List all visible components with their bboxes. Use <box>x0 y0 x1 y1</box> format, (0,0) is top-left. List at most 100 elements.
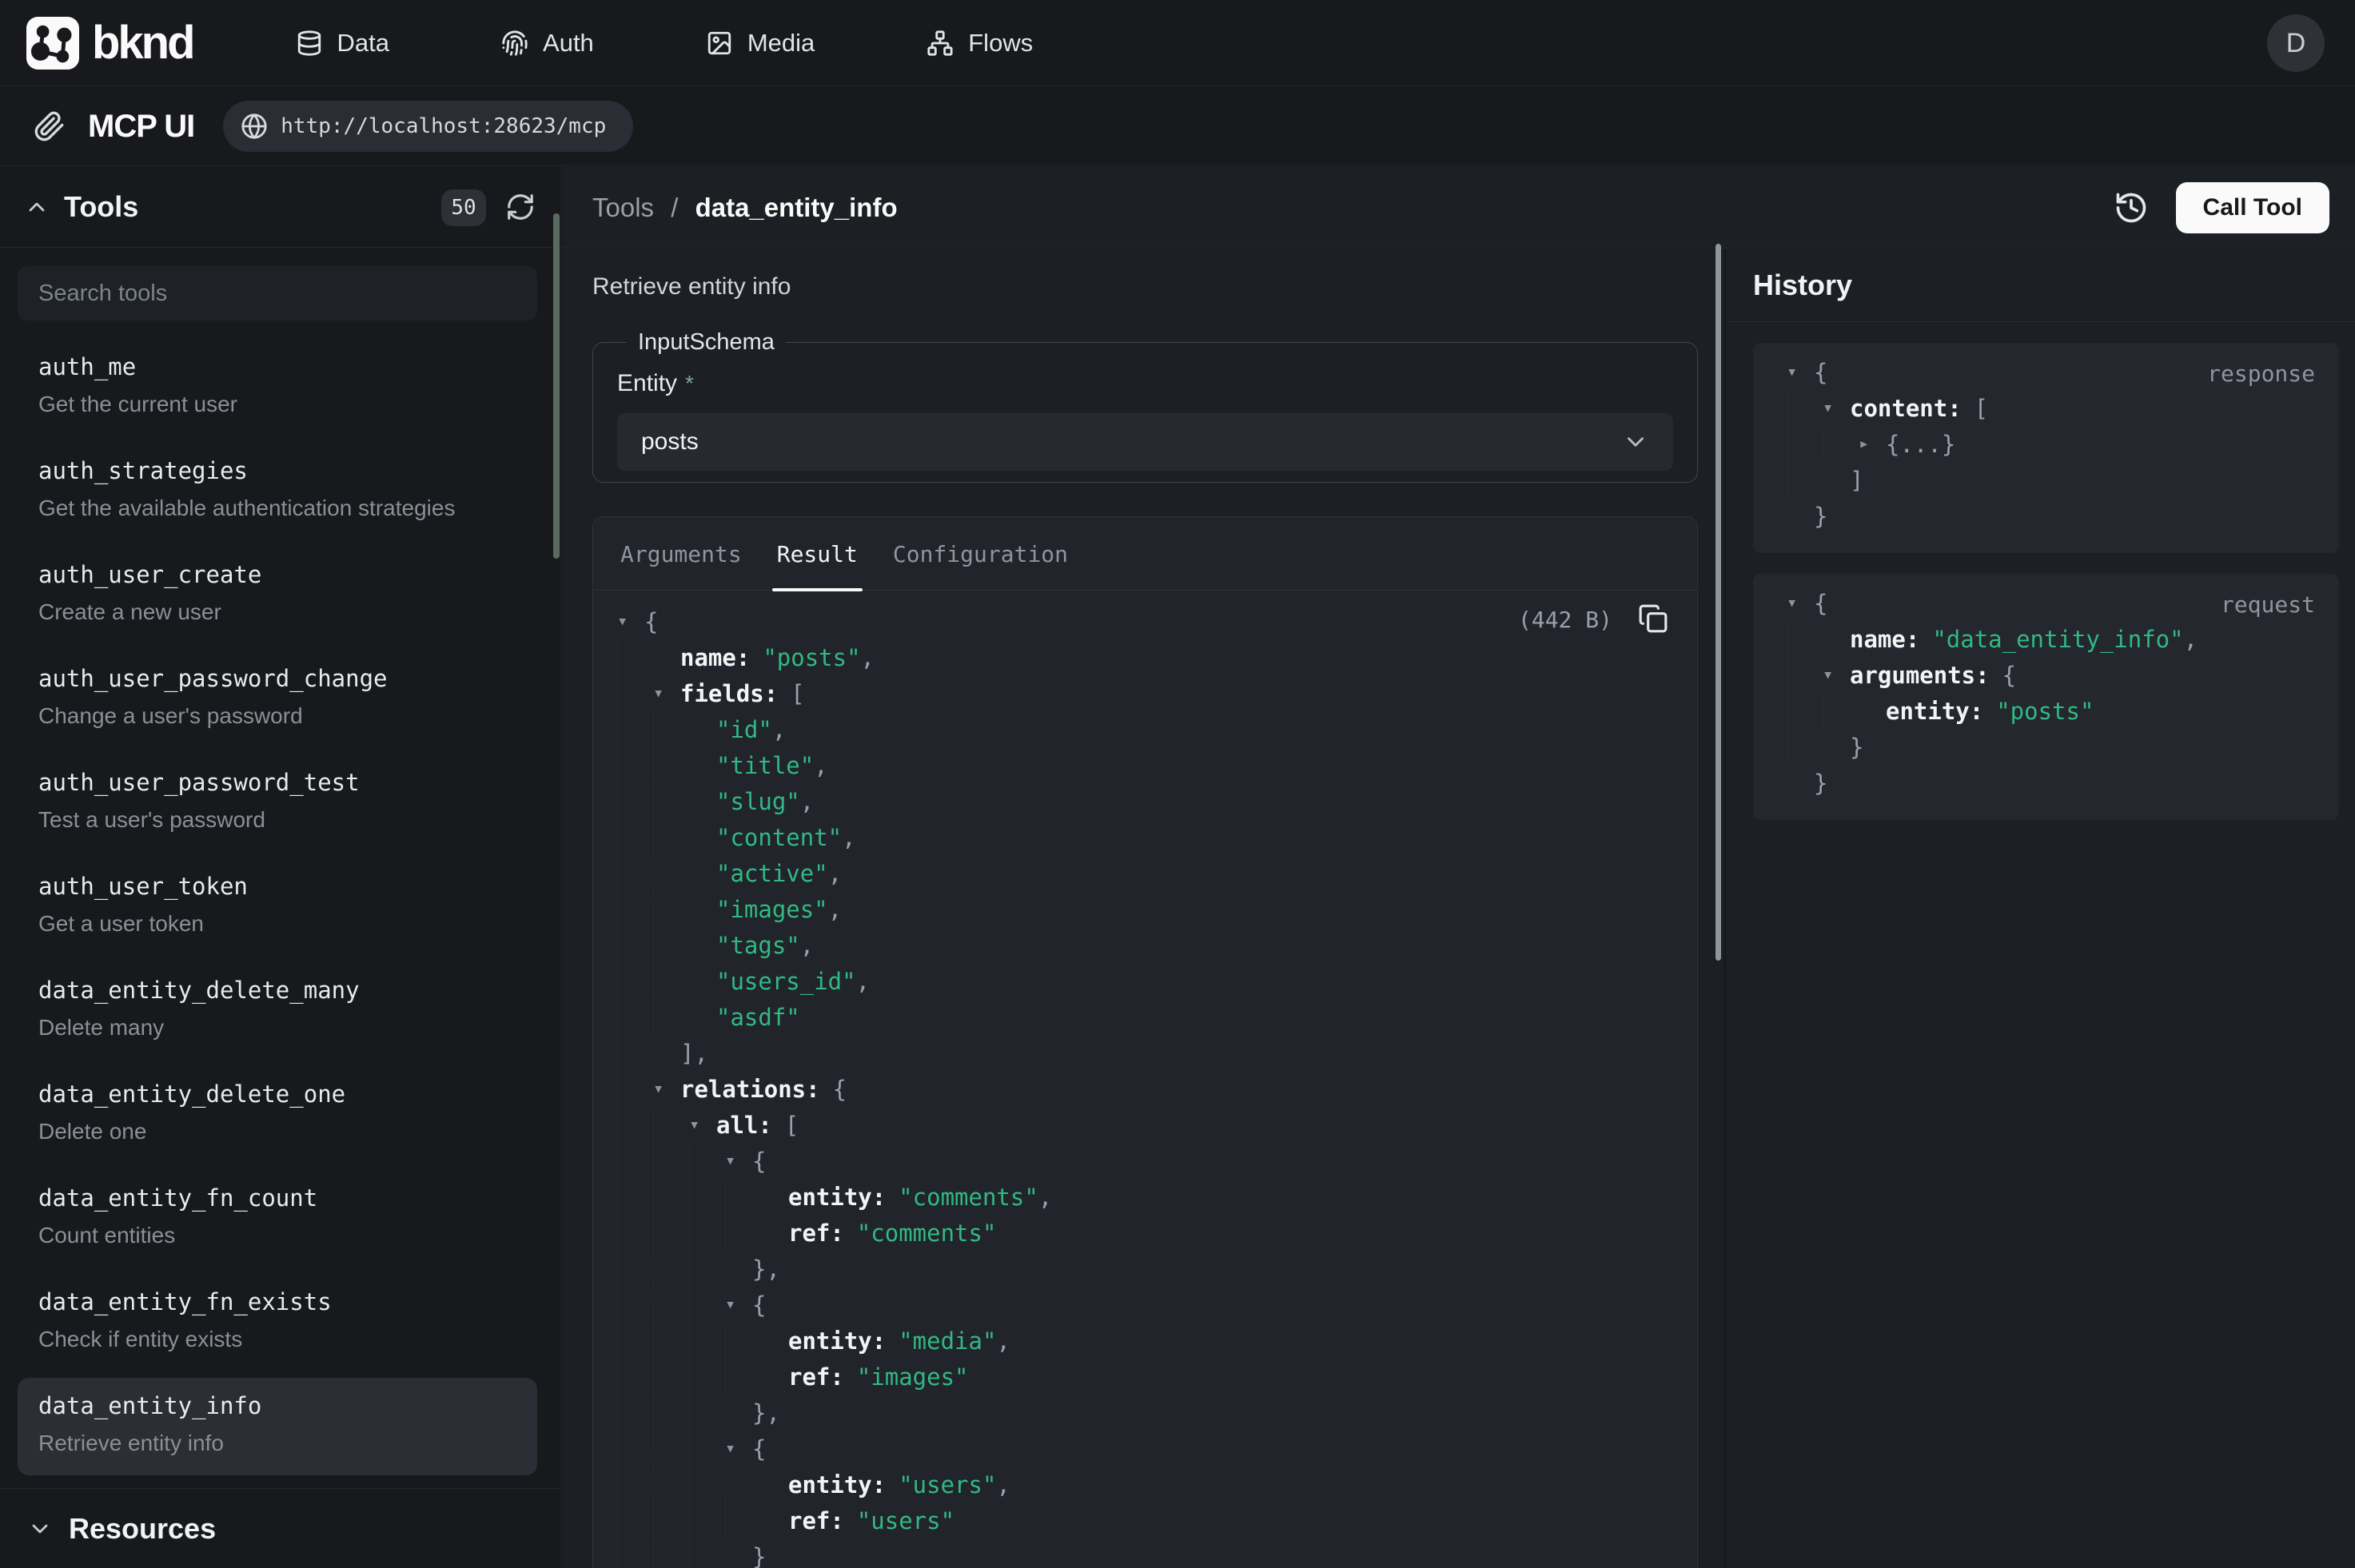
refresh-tools-button[interactable] <box>505 192 536 222</box>
json-key: name: <box>680 644 750 671</box>
json-line: }, <box>593 1251 1697 1287</box>
tool-list: auth_meGet the current userauth_strategi… <box>18 339 537 1482</box>
sidebar-scrollbar[interactable] <box>553 213 560 559</box>
search-tools-input[interactable] <box>18 266 537 320</box>
history-header: History <box>1726 249 2355 322</box>
brand-logo[interactable]: bknd <box>26 16 193 70</box>
expand-open-marker[interactable]: ▾ <box>689 1115 716 1135</box>
json-string-value: "active" <box>716 860 828 887</box>
json-punctuation: { <box>1814 359 1827 386</box>
tool-description: Delete one <box>38 1119 516 1144</box>
tool-name: auth_me <box>38 353 516 380</box>
chevron-up-icon[interactable] <box>24 194 50 220</box>
breadcrumb-tools-link[interactable]: Tools <box>592 193 654 222</box>
input-schema-legend: InputSchema <box>627 329 786 356</box>
expand-open-marker[interactable]: ▾ <box>617 611 644 631</box>
sidebar-item-auth_user_create[interactable]: auth_user_createCreate a new user <box>18 547 537 644</box>
tab-configuration[interactable]: Configuration <box>893 517 1068 590</box>
json-line: entity:"posts" <box>1763 693 2325 729</box>
expand-open-marker[interactable]: ▾ <box>725 1295 752 1315</box>
json-comma: , <box>2184 626 2198 653</box>
tools-section-header[interactable]: Tools 50 <box>0 167 561 248</box>
json-comma: , <box>772 716 786 743</box>
json-string-value: "images" <box>716 896 828 923</box>
tool-description: Retrieve entity info <box>38 1431 516 1456</box>
tool-header-row: Tools / data_entity_info Call Tool <box>563 167 2355 249</box>
json-line: }, <box>593 1395 1697 1431</box>
sidebar-item-data_entity_fn_exists[interactable]: data_entity_fn_existsCheck if entity exi… <box>18 1274 537 1371</box>
call-tool-button[interactable]: Call Tool <box>2176 182 2329 233</box>
json-key: ref: <box>788 1507 844 1534</box>
json-comma: , <box>694 1040 707 1067</box>
json-line: } <box>593 1538 1697 1568</box>
tab-arguments[interactable]: Arguments <box>620 517 742 590</box>
tool-detail-panel: Retrieve entity info InputSchema Entity*… <box>563 249 1724 1568</box>
json-string-value: "content" <box>716 824 842 851</box>
json-key: arguments: <box>1850 662 1990 689</box>
tool-description: Get a user token <box>38 911 516 937</box>
resources-section-header[interactable]: Resources <box>0 1488 560 1568</box>
expand-open-marker[interactable]: ▾ <box>1787 593 1814 613</box>
expand-open-marker[interactable]: ▾ <box>653 683 680 703</box>
json-string-value: "users" <box>899 1471 996 1498</box>
json-line: ] <box>1763 462 2325 498</box>
result-size-label: (442 B) <box>1518 607 1612 633</box>
sidebar-item-auth_user_password_test[interactable]: auth_user_password_testTest a user's pas… <box>18 754 537 852</box>
tool-name: auth_user_password_change <box>38 665 516 692</box>
json-comma: , <box>828 896 842 923</box>
nav-tab-auth[interactable]: Auth <box>501 29 594 58</box>
sidebar: Tools 50 auth_meGet the current userauth… <box>0 167 562 1568</box>
history-entry-response[interactable]: response▾{▾content:[▸{...}]} <box>1753 343 2339 553</box>
json-string-value: "slug" <box>716 788 800 815</box>
json-line: entity:"comments", <box>593 1179 1697 1215</box>
sidebar-item-auth_user_token[interactable]: auth_user_tokenGet a user token <box>18 858 537 956</box>
json-line: ], <box>593 1035 1697 1071</box>
expand-closed-marker[interactable]: ▸ <box>1859 434 1886 454</box>
main-scrollbar[interactable] <box>1715 244 1721 961</box>
json-punctuation: {...} <box>1886 431 1955 458</box>
json-key: fields: <box>680 680 778 707</box>
sidebar-item-auth_me[interactable]: auth_meGet the current user <box>18 339 537 436</box>
sidebar-item-auth_strategies[interactable]: auth_strategiesGet the available authent… <box>18 443 537 540</box>
json-punctuation: } <box>1814 503 1827 530</box>
json-punctuation: } <box>752 1399 766 1427</box>
json-string-value: "users" <box>857 1507 954 1534</box>
top-nav: bknd Data Auth Media Flows D <box>0 0 2355 86</box>
nav-tab-data[interactable]: Data <box>296 29 389 58</box>
chevron-down-icon[interactable] <box>27 1516 53 1542</box>
sidebar-item-data_entity_delete_one[interactable]: data_entity_delete_oneDelete one <box>18 1066 537 1164</box>
result-tabs: Arguments Result Configuration <box>593 517 1697 591</box>
json-string-value: "comments" <box>857 1220 997 1247</box>
sidebar-item-auth_user_password_change[interactable]: auth_user_password_changeChange a user's… <box>18 651 537 748</box>
json-line: ▾all:[ <box>593 1107 1697 1143</box>
json-punctuation: { <box>752 1148 766 1175</box>
json-line: ref: "users" <box>593 1502 1697 1538</box>
tab-result[interactable]: Result <box>777 517 858 590</box>
json-string-value: "data_entity_info" <box>1932 626 2183 653</box>
json-line: ▾content:[ <box>1763 390 2325 426</box>
nav-tab-flows[interactable]: Flows <box>926 29 1033 58</box>
sidebar-item-data_entity_fn_count[interactable]: data_entity_fn_countCount entities <box>18 1170 537 1268</box>
globe-icon <box>241 113 268 140</box>
expand-open-marker[interactable]: ▾ <box>1787 362 1814 382</box>
json-line: ref:"images" <box>593 1359 1697 1395</box>
json-comma: , <box>856 968 870 995</box>
sidebar-item-data_entity_delete_many[interactable]: data_entity_delete_manyDelete many <box>18 962 537 1060</box>
json-string-value: "media" <box>899 1327 996 1355</box>
mcp-url-pill[interactable]: http://localhost:28623/mcp <box>223 101 633 152</box>
json-punctuation: ] <box>1850 467 1863 494</box>
history-icon[interactable] <box>2114 190 2149 225</box>
expand-open-marker[interactable]: ▾ <box>1823 665 1850 685</box>
history-entry-request[interactable]: request▾{name:"data_entity_info",▾argume… <box>1753 574 2339 820</box>
entity-select[interactable]: posts <box>617 413 1673 471</box>
copy-icon[interactable] <box>1638 603 1668 634</box>
user-avatar[interactable]: D <box>2267 14 2325 72</box>
expand-open-marker[interactable]: ▾ <box>653 1079 680 1099</box>
expand-open-marker[interactable]: ▾ <box>725 1439 752 1459</box>
expand-open-marker[interactable]: ▾ <box>725 1151 752 1171</box>
expand-open-marker[interactable]: ▾ <box>1823 398 1850 418</box>
json-punctuation: { <box>2002 662 2016 689</box>
sidebar-item-data_entity_info[interactable]: data_entity_infoRetrieve entity info <box>18 1378 537 1475</box>
nav-tab-media[interactable]: Media <box>706 29 815 58</box>
input-schema-fieldset: InputSchema Entity* posts <box>592 329 1698 483</box>
